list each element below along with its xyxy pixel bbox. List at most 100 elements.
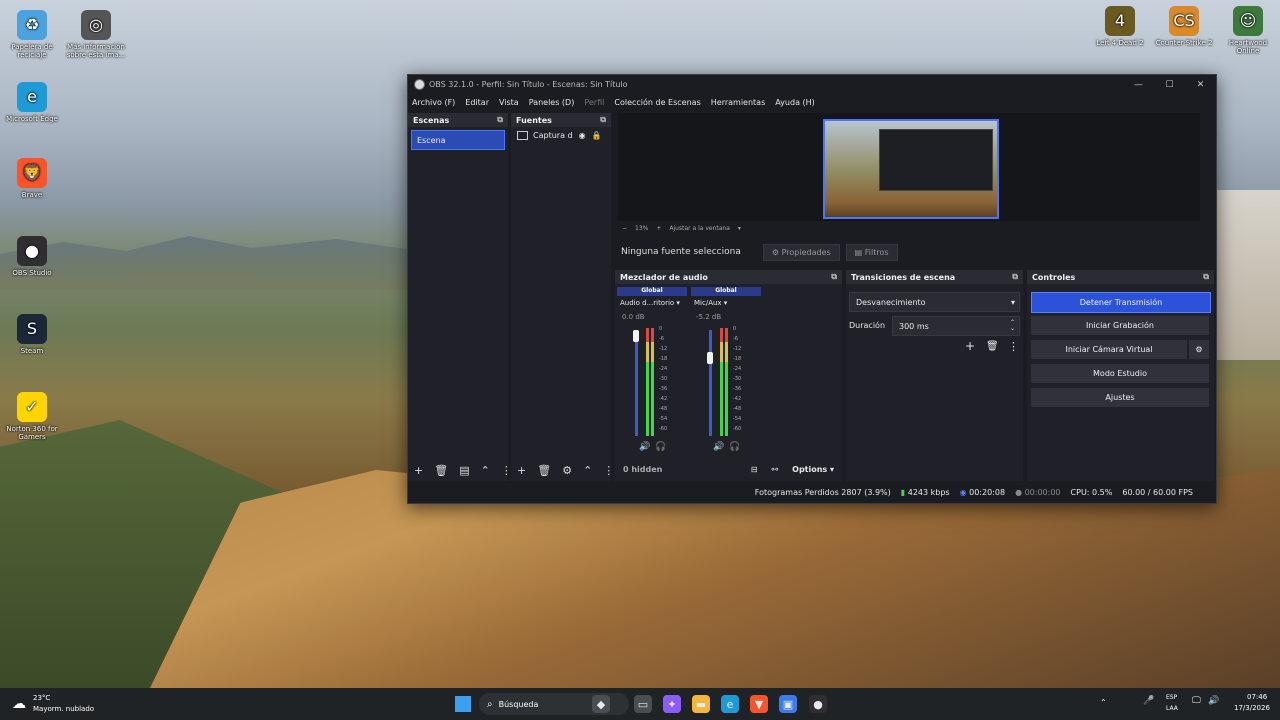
duration-input[interactable]: 300 ms ⌃ ⌄ xyxy=(892,316,1020,336)
level-meter-red xyxy=(646,328,649,342)
clock-date[interactable]: 17/3/2026 xyxy=(1234,704,1270,712)
desktop-icon-right-1[interactable]: CS Counter-Strike 2 xyxy=(1154,6,1214,47)
zoom-out-button[interactable]: − xyxy=(622,225,627,232)
cpu-usage: CPU: 0.5% xyxy=(1070,487,1113,497)
dock-icon[interactable]: ⧉ xyxy=(497,115,503,125)
scene-item[interactable]: Escena xyxy=(411,130,505,150)
menu-archivo[interactable]: Archivo (F) xyxy=(412,98,455,107)
desktop-icon-left-6[interactable]: ✓ Norton 360 for Gamers xyxy=(2,392,62,441)
headphones-icon[interactable]: 🎧 xyxy=(729,442,740,452)
filter-icon[interactable]: ▤ xyxy=(459,464,469,477)
fps: 60.00 / 60.00 FPS xyxy=(1122,487,1193,497)
volume-fader-handle[interactable] xyxy=(633,330,639,342)
add-icon[interactable]: + xyxy=(965,339,975,353)
link-icon[interactable]: ⚯ xyxy=(771,465,778,474)
weather-temp[interactable]: 23°C xyxy=(33,694,50,702)
weather-desc[interactable]: Mayorm. nublado xyxy=(33,705,94,713)
wallpaper-village xyxy=(1214,190,1280,360)
desktop-icon-left-2[interactable]: e Microsoft Edge xyxy=(2,82,62,123)
volume-fader-handle[interactable] xyxy=(707,352,713,364)
menu-ayuda[interactable]: Ayuda (H) xyxy=(775,98,815,107)
desktop-icon-left-3[interactable]: 🦁 Brave xyxy=(2,158,62,199)
headphones-icon[interactable]: 🎧 xyxy=(655,442,666,452)
gear-icon[interactable]: ⚙ xyxy=(562,464,572,477)
chevron-up-icon[interactable]: ⌃ xyxy=(481,464,490,477)
meter-scale-tick: -36 xyxy=(733,386,742,392)
filters-button[interactable]: ▤ Filtros xyxy=(845,243,898,261)
stepper-icon[interactable]: ⌃ ⌄ xyxy=(1010,320,1015,332)
speaker-icon[interactable]: 🔊 xyxy=(639,442,650,452)
source-item[interactable]: Captura d ◉ 🔒 xyxy=(517,131,605,140)
taskbar-edge-icon[interactable]: e xyxy=(721,695,739,713)
dock-icon[interactable]: ⧉ xyxy=(1203,272,1209,282)
fit-to-window[interactable]: Ajustar a la ventana xyxy=(669,225,730,232)
network-icon[interactable]: 🖵 xyxy=(1192,696,1201,706)
status-bar: Fotogramas Perdidos 2807 (3.9%) ▮ 4243 k… xyxy=(407,483,1215,501)
menu-coleccion-escenas[interactable]: Colección de Escenas xyxy=(614,98,700,107)
menu-vista[interactable]: Vista xyxy=(499,98,519,107)
chevron-up-icon[interactable]: ⌃ xyxy=(583,464,592,477)
desktop-icon-right-2[interactable]: ☺ Heartwood Online xyxy=(1218,6,1278,55)
channel-name[interactable]: Audio d...ritorio ▾ xyxy=(620,299,680,307)
desktop-icon-left-5[interactable]: S Steam xyxy=(2,314,62,355)
obs-titlebar[interactable]: OBS 32.1.0 - Perfil: Sin Título - Escena… xyxy=(408,75,1216,94)
settings-button[interactable]: Ajustes xyxy=(1031,388,1209,407)
zoom-in-button[interactable]: + xyxy=(656,225,661,232)
meter-scale-tick: -42 xyxy=(733,396,742,402)
minimize-button[interactable]: — xyxy=(1123,80,1154,90)
layout-icon[interactable]: ⊟ xyxy=(751,465,758,474)
chevron-down-icon[interactable]: ▾ xyxy=(738,225,741,232)
lock-icon[interactable]: 🔒 xyxy=(592,131,602,140)
desktop-icon-right-0[interactable]: 4 Left 4 Dead 2 xyxy=(1090,6,1150,47)
studio-mode-button[interactable]: Modo Estudio xyxy=(1031,364,1209,383)
taskbar-explorer-icon[interactable]: ▬ xyxy=(692,695,710,713)
start-recording-button[interactable]: Iniciar Grabación xyxy=(1031,316,1209,335)
start-icon[interactable] xyxy=(455,696,471,712)
menu-perfil[interactable]: Perfil xyxy=(584,98,604,107)
taskbar-game-icon[interactable]: ◆ xyxy=(592,695,610,713)
volume-fader-track[interactable] xyxy=(635,330,638,436)
taskbar-obs-icon[interactable]: ● xyxy=(809,695,827,713)
stop-stream-button[interactable]: Detener Transmisión xyxy=(1031,292,1211,313)
lang-primary[interactable]: ESP xyxy=(1166,694,1177,701)
taskbar-brave-icon[interactable]: ▼ xyxy=(750,695,768,713)
taskbar-task-view-icon[interactable]: ▭ xyxy=(634,695,652,713)
cloud-icon[interactable]: ☁ xyxy=(12,696,26,712)
channel-name[interactable]: Mic/Aux ▾ xyxy=(694,299,727,307)
dock-icon[interactable]: ⧉ xyxy=(1012,272,1018,282)
add-icon[interactable]: + xyxy=(414,464,423,477)
menu-herramientas[interactable]: Herramientas xyxy=(711,98,766,107)
desktop-icon-left-4[interactable]: ● OBS Studio xyxy=(2,236,62,277)
transition-select[interactable]: Desvanecimiento ▾ xyxy=(849,292,1020,312)
desktop-icon-label: Heartwood Online xyxy=(1228,39,1268,55)
virtual-camera-settings-button[interactable]: ⚙ xyxy=(1189,340,1209,359)
speaker-icon[interactable]: 🔊 xyxy=(713,442,724,452)
dock-icon[interactable]: ⧉ xyxy=(600,115,606,125)
trash-icon[interactable]: 🗑 xyxy=(537,464,551,477)
trash-icon[interactable]: 🗑 xyxy=(986,341,999,352)
properties-button[interactable]: ⚙ Propiedades xyxy=(762,243,840,261)
eye-icon[interactable]: ◉ xyxy=(579,131,586,140)
close-button[interactable]: ✕ xyxy=(1185,80,1216,90)
lang-secondary[interactable]: LAA xyxy=(1166,705,1178,712)
more-icon[interactable]: ⋮ xyxy=(603,464,614,477)
start-virtual-camera-button[interactable]: Iniciar Cámara Virtual xyxy=(1031,340,1187,359)
clock-time[interactable]: 07:46 xyxy=(1247,693,1267,701)
volume-fader-track[interactable] xyxy=(709,330,712,436)
preview-thumbnail[interactable] xyxy=(823,119,999,219)
volume-icon[interactable]: 🔊 xyxy=(1208,696,1219,706)
menu-paneles[interactable]: Paneles (D) xyxy=(529,98,575,107)
desktop-icon-left-0[interactable]: ♻ Papelera de reciclaje xyxy=(2,10,62,59)
desktop-icon-left-1[interactable]: ◎ Más información sobre esta ima... xyxy=(66,10,126,59)
options-button[interactable]: Options ▾ xyxy=(792,465,834,474)
dock-icon[interactable]: ⧉ xyxy=(831,272,837,282)
menu-editar[interactable]: Editar xyxy=(465,98,489,107)
maximize-button[interactable]: ☐ xyxy=(1154,80,1185,90)
trash-icon[interactable]: 🗑 xyxy=(434,464,448,477)
taskbar-copilot-icon[interactable]: ✦ xyxy=(663,695,681,713)
taskbar-store-icon[interactable]: ▣ xyxy=(779,695,797,713)
add-icon[interactable]: + xyxy=(517,464,526,477)
microphone-icon[interactable]: 🎤 xyxy=(1143,696,1154,706)
chevron-up-icon[interactable]: ⌃ xyxy=(1100,698,1107,707)
more-icon[interactable]: ⋮ xyxy=(1008,340,1019,353)
